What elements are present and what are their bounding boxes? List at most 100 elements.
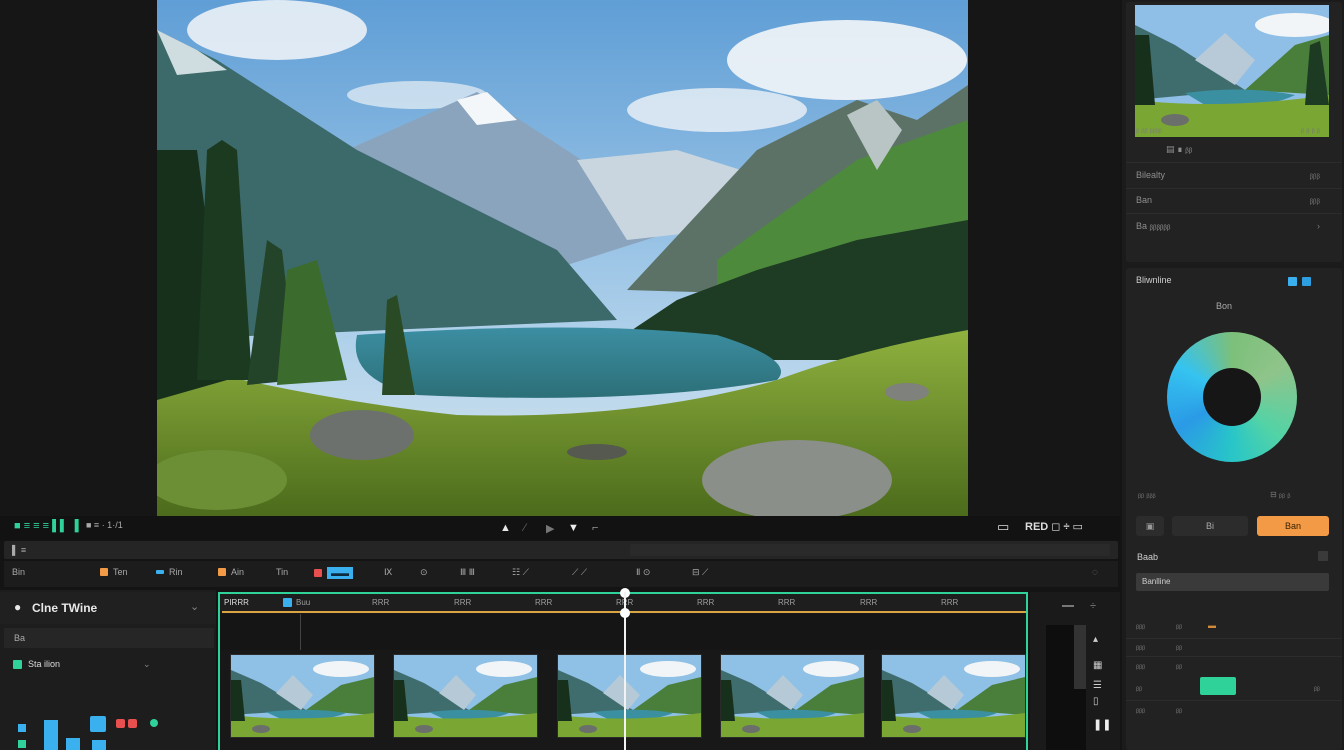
property-value: ᵦᵦᵦ bbox=[1309, 195, 1320, 205]
param-row[interactable]: ᵦᵦ ᵦᵦ bbox=[1136, 683, 1330, 699]
level-bar bbox=[92, 740, 106, 750]
param-label: ᵦᵦᵦ bbox=[1136, 705, 1146, 714]
fader-icon[interactable]: ▯ bbox=[1093, 696, 1099, 707]
param-row[interactable]: ᵦᵦᵦ ᵦᵦ ▬ bbox=[1136, 621, 1330, 637]
divider bbox=[1126, 656, 1342, 657]
tool-slide[interactable]: ⟋ ⟋ bbox=[572, 567, 587, 578]
tool-link[interactable]: Ⅱ ⊙ bbox=[636, 567, 650, 578]
effect-swatch-green[interactable] bbox=[150, 719, 158, 727]
ruler-label: RRR bbox=[697, 598, 715, 607]
tool-label: Ten bbox=[113, 567, 128, 577]
selected-row[interactable]: Banlline bbox=[1136, 573, 1329, 591]
tool-label: Ⅲ Ⅲ bbox=[460, 567, 475, 577]
mark-icon[interactable]: ▼ bbox=[568, 522, 579, 534]
tool-marker[interactable]: ⊟ ⟋ bbox=[692, 567, 708, 578]
transport-left-label: ■ ≡ ≡ ≡ ▌▌ ▐ bbox=[14, 520, 79, 532]
property-row-ban[interactable]: Ban ᵦᵦᵦ bbox=[1136, 195, 1330, 211]
tool-snap[interactable]: ⊙ bbox=[420, 567, 428, 578]
timeline-clip[interactable] bbox=[881, 654, 1026, 738]
panel-icon: ● bbox=[14, 600, 22, 614]
tool-bin[interactable]: Bin bbox=[12, 567, 25, 577]
grid-icon[interactable]: ▦ bbox=[1093, 660, 1102, 671]
camera-button[interactable]: ▣ bbox=[1136, 516, 1164, 536]
transport-right-label: RED ◻ ÷ ▭ bbox=[1025, 521, 1083, 533]
property-label: Bilealty bbox=[1136, 170, 1166, 180]
tool-slip[interactable]: ☷ ⟋ bbox=[512, 567, 529, 578]
audio-track[interactable] bbox=[220, 614, 1026, 650]
source-thumbnail[interactable] bbox=[1135, 5, 1329, 137]
param-label: ᵦᵦᵦ bbox=[1136, 661, 1146, 670]
effects-search[interactable]: Ba bbox=[4, 628, 214, 648]
thumbnail-controls[interactable]: ▤ ∎ ᵦᵦ bbox=[1136, 144, 1330, 160]
pause-icon[interactable]: ❚❚ bbox=[1093, 718, 1111, 731]
property-row-ba[interactable]: Ba ᵦᵦᵦᵦᵦᵦ › bbox=[1136, 221, 1330, 237]
trim-icon bbox=[100, 568, 108, 576]
tool-select[interactable]: Ⅸ bbox=[384, 567, 392, 578]
thumb-caption-right: ᵦ ᵦ ᵦ ᵦ bbox=[1301, 125, 1320, 134]
effects-title: Clne TWine bbox=[32, 601, 98, 615]
level-bar bbox=[66, 738, 80, 750]
color-mode-toggle-b[interactable] bbox=[1302, 277, 1311, 286]
divider bbox=[1126, 213, 1342, 214]
settings-icon[interactable]: ◌ bbox=[1092, 567, 1098, 578]
ruler-label: RRR bbox=[454, 598, 472, 607]
marker-icon[interactable] bbox=[283, 598, 292, 607]
mic-icon[interactable]: ▴ bbox=[1093, 634, 1098, 645]
ruler-label: Buu bbox=[296, 598, 311, 607]
minimize-icon[interactable] bbox=[1062, 605, 1074, 607]
ruler-label: RRR bbox=[535, 598, 553, 607]
monitor-icon[interactable]: ▭ bbox=[997, 519, 1009, 535]
audio-icon bbox=[218, 568, 226, 576]
property-label: Ba ᵦᵦᵦᵦᵦᵦ bbox=[1136, 221, 1171, 231]
effect-swatch-red[interactable] bbox=[128, 719, 137, 728]
timeline-clip[interactable] bbox=[720, 654, 865, 738]
divider bbox=[1126, 188, 1342, 189]
secondary-button[interactable]: Bi bbox=[1172, 516, 1248, 536]
timeline-clip[interactable] bbox=[557, 654, 702, 738]
collapse-chevron-icon[interactable]: ⌄ bbox=[190, 600, 199, 613]
effect-swatch-small[interactable] bbox=[18, 724, 26, 732]
param-value: ᵦᵦ bbox=[1176, 642, 1183, 651]
tool-audio[interactable]: Ain bbox=[218, 567, 244, 577]
play-icon[interactable]: ▶ bbox=[546, 522, 554, 535]
effect-swatch-blue[interactable] bbox=[90, 716, 106, 732]
tool-split[interactable]: Ⅲ Ⅲ bbox=[460, 567, 475, 578]
apply-button[interactable]: Ban bbox=[1257, 516, 1329, 536]
tool-ripple[interactable]: Rin bbox=[156, 567, 183, 577]
property-row-quality[interactable]: Bilealty ᵦᵦᵦ bbox=[1136, 170, 1330, 186]
list-icon[interactable]: ☰ bbox=[1093, 680, 1102, 691]
step-back-icon[interactable]: ⁄ bbox=[524, 522, 526, 534]
param-row[interactable]: ᵦᵦᵦ ᵦᵦ bbox=[1136, 705, 1330, 721]
resize-icon[interactable]: ÷ bbox=[1090, 600, 1096, 612]
section-title: Baab bbox=[1137, 552, 1159, 562]
selected-row-label: Banlline bbox=[1142, 577, 1171, 586]
category-chevron-icon[interactable]: ⌄ bbox=[143, 659, 151, 670]
timeline-clip[interactable] bbox=[230, 654, 375, 738]
param-value: ᵦᵦ bbox=[1176, 705, 1183, 714]
in-point-icon[interactable]: ⌐ bbox=[592, 522, 598, 534]
param-row[interactable]: ᵦᵦᵦ ᵦᵦ bbox=[1136, 661, 1330, 677]
tool-title[interactable]: Tin bbox=[276, 567, 288, 577]
param-label: ᵦᵦᵦ bbox=[1136, 621, 1146, 630]
skip-back-icon[interactable]: ▲ bbox=[500, 522, 511, 534]
tool-label: Bin bbox=[12, 567, 26, 577]
playhead-marker[interactable] bbox=[620, 608, 630, 618]
section-menu-icon[interactable] bbox=[1318, 551, 1328, 561]
param-label: ᵦᵦ bbox=[1136, 683, 1143, 692]
color-footer-right: ⊟ ᵦᵦ ᵦ bbox=[1270, 490, 1291, 499]
toolbar-row1-label: ▌ ≡ bbox=[12, 545, 27, 555]
color-mode-toggle-a[interactable] bbox=[1288, 277, 1297, 286]
timeline-clip[interactable] bbox=[393, 654, 538, 738]
param-value: ᵦᵦ bbox=[1176, 661, 1183, 670]
effect-swatch-red[interactable] bbox=[116, 719, 125, 728]
level-bar bbox=[44, 720, 58, 750]
toolbar-row1-strip[interactable] bbox=[630, 544, 1110, 556]
video-preview[interactable] bbox=[157, 0, 968, 516]
tool-label: Ⅸ bbox=[384, 567, 393, 577]
chevron-icon: › bbox=[1317, 221, 1320, 231]
divider bbox=[1126, 162, 1342, 163]
tool-active[interactable]: ▬▬ bbox=[314, 567, 353, 579]
effect-swatch-small[interactable] bbox=[18, 740, 26, 748]
tool-trim[interactable]: Ten bbox=[100, 567, 128, 577]
category-label[interactable]: Sta ilion bbox=[28, 659, 60, 669]
